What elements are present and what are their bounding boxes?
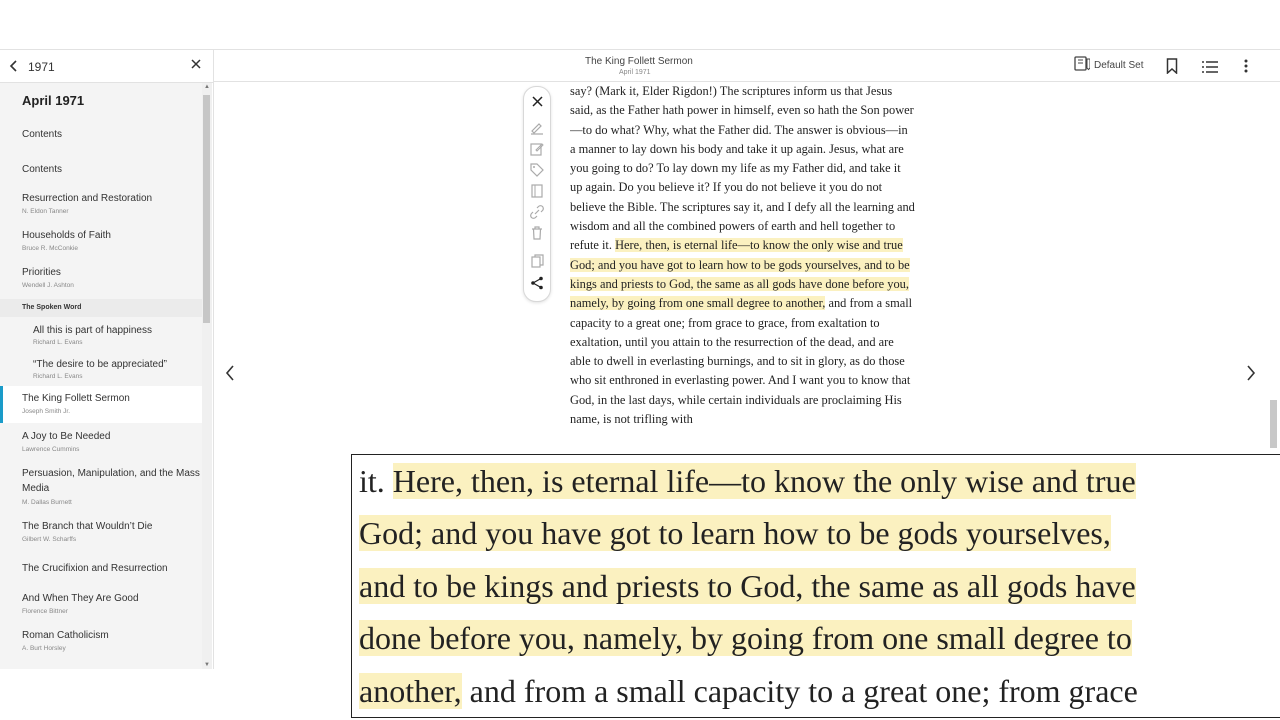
- list-item-title: The King Follett Sermon: [22, 393, 130, 404]
- page-scrollbar[interactable]: [1268, 82, 1280, 448]
- zoom-highlight: Here, then, is eternal life—to know the …: [392, 463, 1136, 499]
- list-item[interactable]: Contents: [0, 158, 202, 182]
- article-issue: April 1971: [619, 69, 651, 76]
- list-view-icon[interactable]: [1202, 60, 1218, 78]
- tag-icon[interactable]: [529, 162, 545, 178]
- zoom-line: another, and from a small capacity to a …: [359, 665, 1138, 717]
- default-set-button[interactable]: Default Set: [1074, 56, 1143, 74]
- list-item-active[interactable]: The King Follett Sermon Joseph Smith Jr.: [0, 386, 202, 423]
- section-header: The Spoken Word: [0, 299, 202, 317]
- list-item-title: A Joy to Be Needed: [22, 431, 111, 442]
- sidebar-scrollbar[interactable]: ▲ ▼: [202, 83, 212, 669]
- list-item[interactable]: Roman Catholicism A. Burt Horsley: [0, 623, 202, 657]
- body-text: and from a small capacity to a great one…: [570, 296, 913, 427]
- zoom-highlight: another,: [359, 673, 462, 709]
- zoom-highlight: and to be kings and priests to God, the …: [359, 568, 1136, 604]
- page-scroll-thumb[interactable]: [1270, 400, 1277, 448]
- notebook-add-icon[interactable]: [529, 183, 545, 199]
- list-item-author: A. Burt Horsley: [22, 645, 66, 652]
- list-item-title: Priorities: [22, 267, 61, 278]
- zoom-text: and from a small capacity to a great one…: [461, 673, 1138, 709]
- highlighter-icon[interactable]: [529, 120, 545, 136]
- annotation-toolbar: [523, 86, 551, 302]
- zoom-highlight: God; and you have got to learn how to be…: [359, 515, 1111, 551]
- zoom-text: it.: [359, 463, 393, 499]
- list-item-author: N. Eldon Tanner: [22, 208, 69, 215]
- list-item-author: Richard L. Evans: [33, 339, 83, 346]
- list-item[interactable]: All this is part of happiness Richard L.…: [0, 318, 202, 350]
- bookmark-icon[interactable]: [1166, 58, 1178, 79]
- sidebar-header: 1971: [0, 50, 213, 83]
- zoomed-highlight-inset: it. Here, then, is eternal life—to know …: [351, 454, 1280, 718]
- list-item-title: Households of Faith: [22, 230, 111, 241]
- scroll-down-icon[interactable]: ▼: [204, 662, 210, 668]
- section-label: The Spoken Word: [22, 304, 82, 311]
- list-item[interactable]: Persuasion, Manipulation, and the Mass M…: [0, 461, 202, 511]
- delete-icon[interactable]: [529, 225, 545, 241]
- article-title: The King Follett Sermon: [585, 56, 693, 67]
- zoom-highlight: done before you, namely, by going from o…: [359, 620, 1132, 656]
- article-paragraph: say? (Mark it, Elder Rigdon!) The script…: [570, 82, 915, 429]
- next-page-arrow-icon[interactable]: [1245, 364, 1257, 386]
- list-item[interactable]: Priorities Wendell J. Ashton: [0, 260, 202, 294]
- list-item-title: Persuasion, Manipulation, and the Mass: [22, 468, 200, 479]
- list-item-author: M. Dallas Burnett: [22, 499, 72, 506]
- zoom-line: it. Here, then, is eternal life—to know …: [359, 455, 1136, 508]
- body-text: say? (Mark it, Elder Rigdon!) The script…: [570, 84, 915, 253]
- list-item[interactable]: The Crucifixion and Resurrection: [0, 556, 202, 582]
- note-edit-icon[interactable]: [529, 141, 545, 157]
- zoom-line: God; and you have got to learn how to be…: [359, 507, 1111, 560]
- sidebar-year[interactable]: 1971: [28, 60, 55, 74]
- list-item-author: Lawrence Cummins: [22, 446, 80, 453]
- zoom-line: and to be kings and priests to God, the …: [359, 560, 1136, 613]
- default-set-label: Default Set: [1094, 59, 1144, 71]
- list-item-title: “The desire to be appreciated”: [33, 359, 167, 370]
- list-item[interactable]: A Joy to Be Needed Lawrence Cummins: [0, 424, 202, 458]
- share-icon[interactable]: [529, 275, 545, 291]
- close-toolbar-icon[interactable]: [529, 93, 545, 109]
- list-item-title: And When They Are Good: [22, 593, 139, 604]
- scroll-up-icon[interactable]: ▲: [204, 84, 210, 90]
- copy-icon[interactable]: [529, 253, 545, 269]
- list-item-title: The Crucifixion and Resurrection: [22, 563, 168, 574]
- list-item-author: Gilbert W. Scharffs: [22, 536, 77, 543]
- sidebar-scroll-thumb[interactable]: [203, 95, 210, 323]
- list-item-title: All this is part of happiness: [33, 325, 152, 336]
- close-icon[interactable]: [190, 57, 202, 75]
- list-item-title: Contents: [22, 164, 63, 175]
- toc-list: April 1971 Contents Contents Resurrectio…: [0, 83, 202, 669]
- more-options-icon[interactable]: [1244, 59, 1248, 78]
- notebook-icon: [1074, 56, 1091, 74]
- list-item-author: Joseph Smith Jr.: [22, 408, 71, 415]
- list-item[interactable]: And When They Are Good Florence Bittner: [0, 586, 202, 620]
- list-item[interactable]: Contents: [0, 123, 202, 147]
- list-item-author: Richard L. Evans: [33, 373, 83, 380]
- list-item-title-cont: Media: [22, 483, 50, 494]
- list-item-author: Bruce R. McConkie: [22, 245, 78, 252]
- back-chevron-icon[interactable]: [9, 59, 19, 75]
- issue-title: April 1971: [22, 93, 85, 108]
- list-item[interactable]: Resurrection and Restoration N. Eldon Ta…: [0, 186, 202, 220]
- list-item[interactable]: Households of Faith Bruce R. McConkie: [0, 223, 202, 257]
- list-item-title: The Branch that Wouldn’t Die: [22, 521, 153, 532]
- list-item-author: Wendell J. Ashton: [22, 282, 74, 289]
- list-item-title: Resurrection and Restoration: [22, 193, 153, 204]
- list-item-author: Florence Bittner: [22, 608, 68, 615]
- link-icon[interactable]: [529, 204, 545, 220]
- previous-page-arrow-icon[interactable]: [224, 364, 236, 386]
- list-item-title: Roman Catholicism: [22, 630, 109, 641]
- list-item[interactable]: “The desire to be appreciated” Richard L…: [0, 352, 202, 384]
- list-item[interactable]: The Branch that Wouldn’t Die Gilbert W. …: [0, 514, 202, 548]
- list-item-title: Contents: [22, 129, 63, 140]
- table-of-contents-sidebar: 1971 April 1971 Contents Contents Resurr…: [0, 50, 214, 669]
- zoom-line: done before you, namely, by going from o…: [359, 612, 1132, 665]
- article-body[interactable]: say? (Mark it, Elder Rigdon!) The script…: [570, 82, 915, 460]
